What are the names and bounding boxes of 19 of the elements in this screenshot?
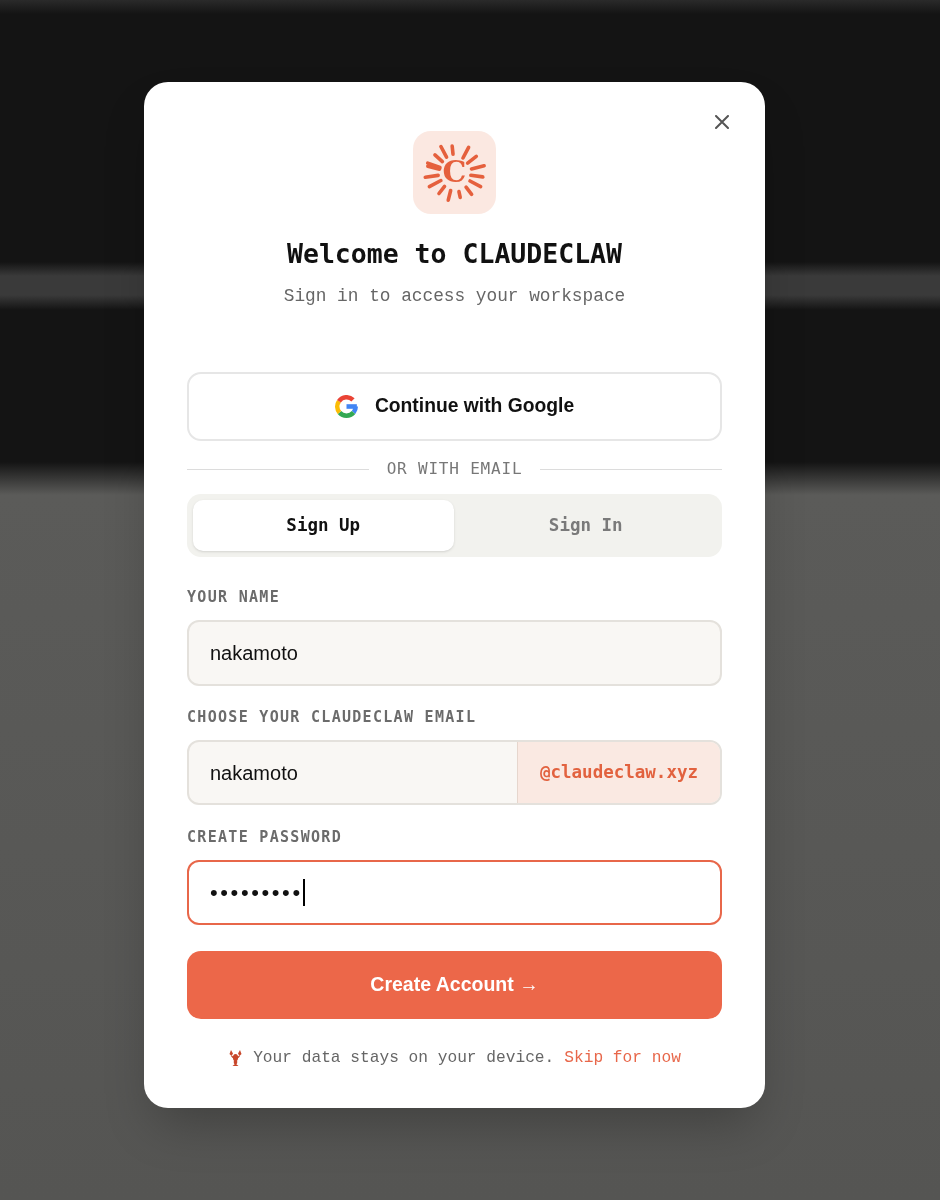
welcome-title: Welcome to CLAUDECLAW xyxy=(285,238,623,270)
tab[interactable]: Sign Up xyxy=(193,500,454,551)
field-label: CHOOSE YOUR CLAUDECLAW EMAIL xyxy=(187,707,477,727)
privacy-note: Your data stays on your device. xyxy=(253,1048,555,1069)
name-field[interactable]: nakamoto xyxy=(187,620,722,686)
text-cursor-icon xyxy=(302,879,305,906)
field-label: YOUR NAME xyxy=(187,587,280,607)
field-label: CREATE PASSWORD xyxy=(187,827,342,847)
logo-letter: C xyxy=(443,155,466,189)
divider-label: OR WITH EMAIL xyxy=(386,458,523,480)
password-field[interactable]: ••••••••• xyxy=(187,860,722,925)
google-button[interactable]: Continue with Google xyxy=(187,372,722,441)
welcome-subtitle: Sign in to access your workspace xyxy=(282,285,627,308)
lobster-icon xyxy=(228,1049,244,1067)
email-field[interactable]: nakamoto @claudeclaw.xyz xyxy=(187,740,722,805)
close-icon xyxy=(715,115,729,129)
domain-suffix: @claudeclaw.xyz xyxy=(517,742,720,803)
tab[interactable]: Sign In xyxy=(455,500,716,551)
google-icon xyxy=(334,395,358,418)
